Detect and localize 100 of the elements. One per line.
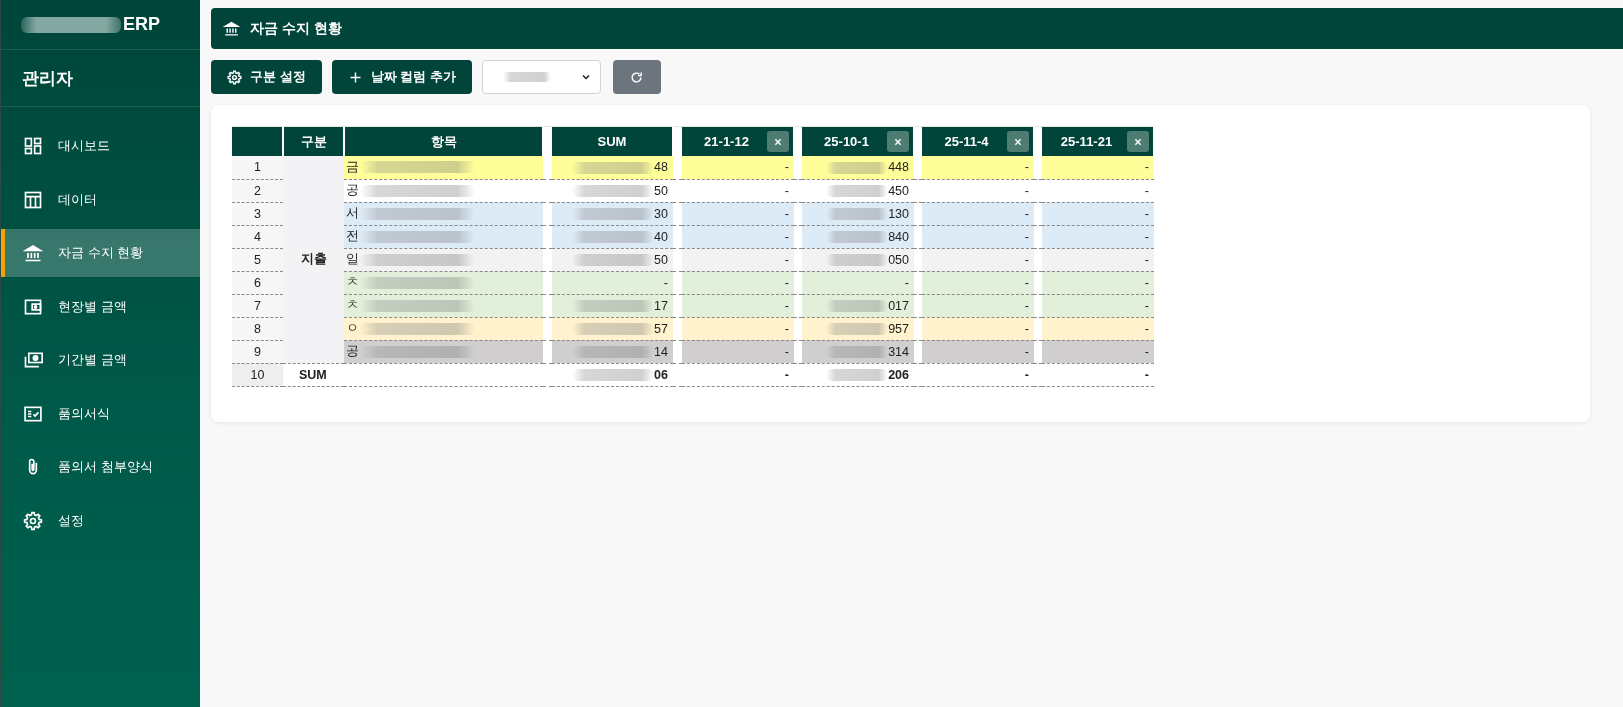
redaction-blur xyxy=(826,208,889,221)
table-cell: - xyxy=(1042,248,1154,271)
column-label: 25-11-21 xyxy=(1059,134,1114,149)
table-cell: - xyxy=(1042,202,1154,225)
row-number: 7 xyxy=(232,294,283,317)
remove-column-button[interactable] xyxy=(887,131,909,152)
table-cell: - xyxy=(922,156,1034,179)
table-cell: - xyxy=(922,317,1034,340)
cell-text: 50 xyxy=(654,183,668,198)
cell-text: ㅇ xyxy=(346,321,359,335)
cell-text: 40 xyxy=(654,229,668,244)
table-cell: - xyxy=(1042,271,1154,294)
table-cell: - xyxy=(682,317,794,340)
cell-text: 일 xyxy=(346,252,359,266)
cell-text: 금 xyxy=(346,159,359,174)
remove-column-button[interactable] xyxy=(1127,131,1149,152)
row-number: 9 xyxy=(232,340,283,363)
close-icon xyxy=(1134,137,1142,146)
sidebar-item[interactable]: 데이터 xyxy=(1,175,200,224)
table-cell: - xyxy=(1042,225,1154,248)
row-number: 4 xyxy=(232,225,283,248)
table-cell: - xyxy=(1042,294,1154,317)
cell-text: 130 xyxy=(888,206,909,221)
row-number: 3 xyxy=(232,202,283,225)
column-header: SUM xyxy=(552,126,673,156)
column-header: 항목 xyxy=(344,126,543,156)
column-label: 25-11-4 xyxy=(943,134,990,149)
table-cell: - xyxy=(682,271,794,294)
table-cell: - xyxy=(922,202,1034,225)
table-cell: - xyxy=(922,179,1034,202)
category-cell: 지출 xyxy=(283,156,344,363)
column-label: 25-10-1 xyxy=(823,134,870,149)
cell-text: 206 xyxy=(888,367,909,382)
sidebar-item[interactable]: 설정 xyxy=(1,496,200,545)
page-title: 자금 수지 현황 xyxy=(250,19,342,38)
sidebar-item[interactable]: 대시보드 xyxy=(1,122,200,170)
cell-text: 450 xyxy=(888,183,909,198)
table-cell: - xyxy=(682,363,794,386)
redaction-blur xyxy=(826,231,889,244)
column-header xyxy=(232,126,283,156)
cell-text: 전 xyxy=(346,229,359,243)
category-settings-button[interactable]: 구분 설정 xyxy=(211,60,322,94)
cell-text: 050 xyxy=(888,252,909,267)
cell-text: 공 xyxy=(346,183,359,197)
select-field[interactable] xyxy=(481,60,601,94)
table-cell: - xyxy=(922,271,1034,294)
row-number: 10 xyxy=(232,363,283,386)
cell-text: 448 xyxy=(888,160,909,175)
redaction-blur xyxy=(826,369,889,382)
table-cell: - xyxy=(922,340,1034,363)
redaction-blur xyxy=(826,185,889,198)
table-cell: - xyxy=(922,248,1034,271)
cell-text: 06 xyxy=(654,367,668,382)
cell-text: 314 xyxy=(888,344,909,359)
redaction-blur xyxy=(826,254,889,267)
add-date-column-button[interactable]: 날짜 컬럼 추가 xyxy=(331,60,472,94)
table-cell: - xyxy=(682,294,794,317)
table-cell: - xyxy=(1042,317,1154,340)
table-cell: - xyxy=(682,156,794,179)
column-label: 21-1-12 xyxy=(703,134,750,149)
bank-icon xyxy=(223,20,240,37)
table-cell: - xyxy=(552,271,673,294)
cell-text: 957 xyxy=(888,321,909,336)
sidebar-item[interactable]: 기간별 금액 xyxy=(1,336,200,384)
cell-text: 공 xyxy=(346,344,359,358)
user-role: 관리자 xyxy=(22,67,73,90)
cash-stack-icon xyxy=(23,350,43,370)
sidebar-item[interactable]: 품의서 첨부양식 xyxy=(1,443,200,491)
row-number: 6 xyxy=(232,271,283,294)
remove-column-button[interactable] xyxy=(767,131,789,152)
table-cell: - xyxy=(1042,340,1154,363)
cell-text: ㅊ xyxy=(346,298,359,312)
redaction-blur xyxy=(826,346,889,359)
close-icon xyxy=(894,137,902,146)
refresh-button[interactable] xyxy=(612,60,661,94)
cell-text: 840 xyxy=(888,229,909,244)
redaction-blur xyxy=(826,323,889,336)
row-number: 5 xyxy=(232,248,283,271)
cell-text: 017 xyxy=(888,298,909,313)
row-number: 1 xyxy=(232,156,283,179)
sidebar-item[interactable]: 품의서식 xyxy=(1,389,200,438)
cell-text: 50 xyxy=(654,252,668,267)
cell-text: 57 xyxy=(654,321,668,336)
redaction-blur xyxy=(826,161,889,174)
table-cell: - xyxy=(802,271,914,294)
cell-text: 서 xyxy=(346,206,359,220)
close-icon xyxy=(774,137,782,146)
sidebar-item[interactable]: 현장별 금액 xyxy=(1,282,200,331)
redaction-blur xyxy=(826,300,889,313)
table-cell: - xyxy=(1042,363,1154,386)
close-icon xyxy=(1014,137,1022,146)
refresh-icon xyxy=(629,69,645,85)
remove-column-button[interactable] xyxy=(1007,131,1029,152)
cell-text: 30 xyxy=(654,206,668,221)
table-cell: - xyxy=(1042,179,1154,202)
table-icon xyxy=(23,189,43,210)
sidebar-item[interactable]: 자금 수지 현황 xyxy=(1,229,200,277)
row-number: 8 xyxy=(232,317,283,340)
table-cell: - xyxy=(1042,156,1154,179)
table-cell: - xyxy=(682,202,794,225)
